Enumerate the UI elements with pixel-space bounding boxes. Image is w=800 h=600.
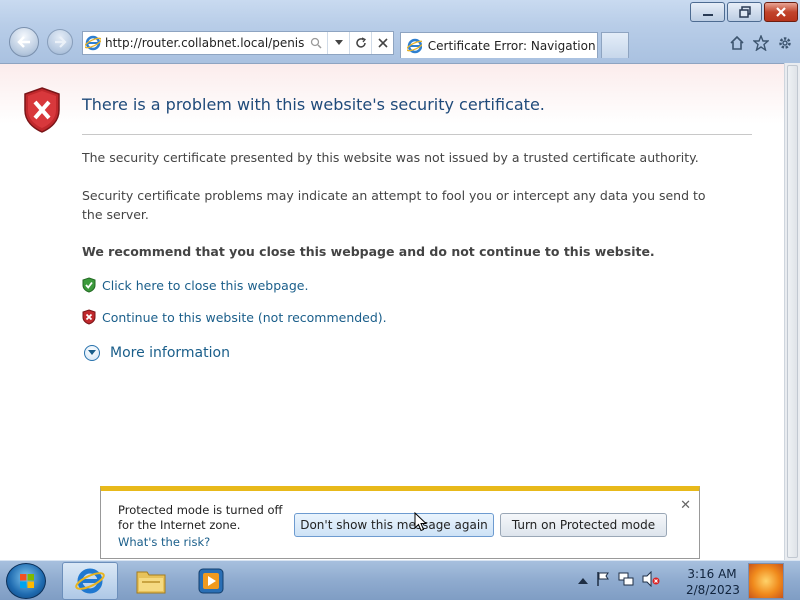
back-button[interactable] bbox=[9, 27, 39, 57]
star-icon[interactable] bbox=[752, 34, 770, 52]
shield-check-icon bbox=[82, 277, 96, 293]
notification-message: Protected mode is turned off for the Int… bbox=[118, 503, 283, 532]
taskbar-internet-explorer[interactable] bbox=[62, 562, 118, 600]
start-button[interactable] bbox=[6, 563, 46, 599]
minimize-icon bbox=[702, 14, 713, 16]
close-icon bbox=[776, 7, 786, 17]
home-icon[interactable] bbox=[728, 34, 746, 52]
vertical-scrollbar[interactable] bbox=[784, 63, 800, 560]
flag-icon[interactable] bbox=[596, 571, 610, 590]
network-icon[interactable] bbox=[618, 571, 634, 590]
restore-button[interactable] bbox=[727, 2, 762, 22]
scrollbar-thumb[interactable] bbox=[787, 65, 798, 558]
toolbar-icons bbox=[728, 34, 794, 52]
system-tray bbox=[578, 570, 660, 590]
close-notification-icon[interactable]: ✕ bbox=[680, 498, 691, 513]
taskbar: 3:16 AM 2/8/2023 bbox=[0, 560, 800, 600]
volume-muted-icon[interactable] bbox=[642, 570, 660, 590]
stop-icon[interactable] bbox=[371, 32, 393, 54]
search-icon[interactable] bbox=[305, 32, 327, 54]
page-title: There is a problem with this website's s… bbox=[82, 95, 545, 114]
window-caption-buttons bbox=[688, 2, 798, 22]
chevron-down-icon bbox=[84, 345, 100, 361]
security-warning: Security certificate problems may indica… bbox=[82, 188, 706, 222]
clock-date: 2/8/2023 bbox=[686, 583, 740, 597]
continue-website-label[interactable]: Continue to this website (not recommende… bbox=[102, 310, 387, 325]
whats-the-risk-link[interactable]: What's the risk? bbox=[118, 535, 210, 549]
mouse-cursor-icon bbox=[414, 512, 428, 532]
show-hidden-icon[interactable] bbox=[578, 574, 588, 588]
address-url[interactable]: http://router.collabnet.local/penis.crt bbox=[103, 36, 305, 50]
ie-page-icon bbox=[83, 32, 103, 54]
arrow-right-icon bbox=[55, 36, 67, 48]
certificate-explanation: The security certificate presented by th… bbox=[82, 150, 699, 165]
tab-certificate-error[interactable]: Certificate Error: Navigation ... bbox=[400, 32, 598, 58]
ie-tab-icon bbox=[407, 38, 422, 53]
close-window-button[interactable] bbox=[764, 2, 798, 22]
turn-on-protected-mode-button[interactable]: Turn on Protected mode bbox=[500, 513, 667, 537]
taskbar-clock[interactable]: 3:16 AM 2/8/2023 bbox=[686, 566, 740, 598]
tab-title: Certificate Error: Navigation ... bbox=[427, 38, 597, 53]
close-webpage-link[interactable]: Click here to close this webpage. bbox=[82, 277, 308, 293]
divider bbox=[82, 134, 752, 135]
internet-explorer-icon bbox=[75, 568, 105, 594]
more-information-toggle[interactable]: More information bbox=[84, 345, 230, 361]
browser-chrome: http://router.collabnet.local/penis.crt … bbox=[0, 0, 800, 64]
shield-x-icon bbox=[82, 309, 96, 325]
arrow-left-icon bbox=[17, 36, 30, 48]
minimize-button[interactable] bbox=[690, 2, 725, 22]
show-desktop-button[interactable] bbox=[748, 563, 784, 599]
clock-time: 3:16 AM bbox=[687, 567, 737, 581]
close-webpage-label[interactable]: Click here to close this webpage. bbox=[102, 278, 308, 293]
dont-show-again-button[interactable]: Don't show this message again bbox=[294, 513, 494, 537]
address-bar[interactable]: http://router.collabnet.local/penis.crt bbox=[82, 31, 394, 55]
gear-icon[interactable] bbox=[776, 34, 794, 52]
more-information-label[interactable]: More information bbox=[110, 345, 230, 361]
new-tab-button[interactable] bbox=[601, 32, 629, 58]
shield-error-icon bbox=[24, 87, 60, 133]
refresh-icon[interactable] bbox=[349, 32, 371, 54]
forward-button[interactable] bbox=[47, 29, 73, 55]
continue-website-link[interactable]: Continue to this website (not recommende… bbox=[82, 309, 387, 325]
dropdown-arrow-icon[interactable] bbox=[327, 32, 349, 54]
restore-icon bbox=[738, 6, 751, 18]
recommendation-text: We recommend that you close this webpage… bbox=[82, 244, 655, 259]
taskbar-explorer[interactable] bbox=[123, 562, 179, 600]
protected-mode-notification: Protected mode is turned off for the Int… bbox=[100, 486, 700, 559]
folder-icon bbox=[136, 571, 166, 594]
media-player-icon bbox=[198, 568, 224, 594]
windows-logo-icon bbox=[20, 574, 34, 588]
taskbar-media-player[interactable] bbox=[183, 562, 239, 600]
